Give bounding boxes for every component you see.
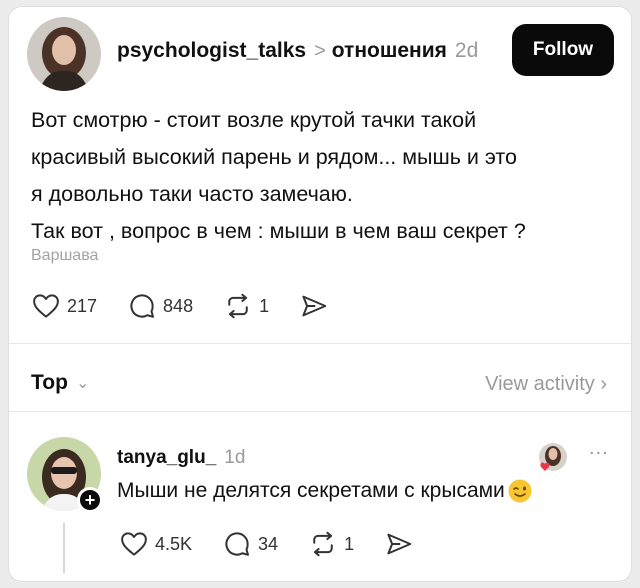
divider	[9, 343, 631, 344]
reply-header: tanya_glu_ 1d	[117, 447, 245, 469]
reply-repost-count: 1	[344, 533, 355, 554]
reply-text: Мыши не делятся секретами с крысами	[117, 479, 505, 502]
like-button[interactable]: 217	[31, 291, 97, 321]
reply-comment-count: 34	[258, 533, 279, 554]
comment-count: 848	[163, 295, 194, 316]
repost-button[interactable]: 1	[223, 291, 269, 321]
post-actions: 217 848 1	[31, 291, 365, 321]
post-body: Вот смотрю - стоит возле крутой тачки та…	[31, 102, 611, 250]
follow-button[interactable]: Follow	[512, 24, 614, 76]
post-text-line: я довольно таки часто замечаю.	[31, 182, 353, 206]
reply-like-count: 4.5K	[155, 533, 193, 554]
post-text-line: Так вот , вопрос в чем : мыши в чем ваш …	[31, 219, 526, 243]
repost-count: 1	[259, 295, 270, 316]
chevron-down-icon: ⌄	[75, 375, 90, 392]
divider	[9, 411, 631, 412]
post-text-line: красивый высокий парень и рядом... мышь …	[31, 145, 517, 169]
reply-comment-button[interactable]: 34	[222, 529, 278, 559]
post-text-line: Вот смотрю - стоит возле крутой тачки та…	[31, 108, 477, 132]
reply-username[interactable]: tanya_glu_	[117, 447, 216, 469]
reply-repost-button[interactable]: 1	[308, 529, 354, 559]
winking-face-emoji-icon	[508, 479, 532, 503]
heart-icon	[121, 532, 147, 556]
share-button[interactable]	[299, 291, 335, 321]
like-count: 217	[67, 295, 98, 316]
view-activity-link[interactable]: View activity ›	[485, 373, 607, 396]
reply-time: 1d	[224, 447, 246, 468]
reply-body: Мыши не делятся секретами с крысами	[117, 478, 533, 504]
more-options-icon[interactable]: ...	[589, 437, 609, 460]
comment-icon	[130, 294, 155, 318]
post-author-avatar[interactable]	[27, 17, 101, 91]
post-time: 2d	[454, 39, 479, 62]
post-header: psychologist_talks > отношения 2d	[117, 39, 478, 63]
follow-plus-badge[interactable]: +	[77, 487, 103, 513]
sort-label: Top	[31, 371, 68, 394]
liked-by-author-avatar	[537, 441, 569, 473]
heart-icon	[33, 294, 59, 318]
thread-line	[63, 523, 65, 573]
repost-icon	[228, 293, 248, 319]
chevron-right-icon: >	[314, 40, 326, 62]
repost-icon	[313, 531, 333, 557]
comment-button[interactable]: 848	[127, 291, 193, 321]
send-icon	[302, 295, 327, 317]
reply-share-button[interactable]	[384, 529, 420, 559]
post-card: psychologist_talks > отношения 2d Follow…	[8, 6, 632, 582]
chevron-right-icon: ›	[600, 373, 607, 395]
post-username[interactable]: psychologist_talks	[117, 39, 306, 63]
view-activity-label: View activity	[485, 373, 595, 395]
post-topic[interactable]: отношения	[332, 39, 447, 63]
reply-actions: 4.5K 34 1	[119, 529, 450, 559]
sort-dropdown[interactable]: Top ⌄	[31, 371, 89, 395]
send-icon	[387, 533, 412, 555]
comment-icon	[225, 532, 250, 556]
reply-like-button[interactable]: 4.5K	[119, 529, 192, 559]
post-location[interactable]: Варшава	[31, 247, 98, 265]
